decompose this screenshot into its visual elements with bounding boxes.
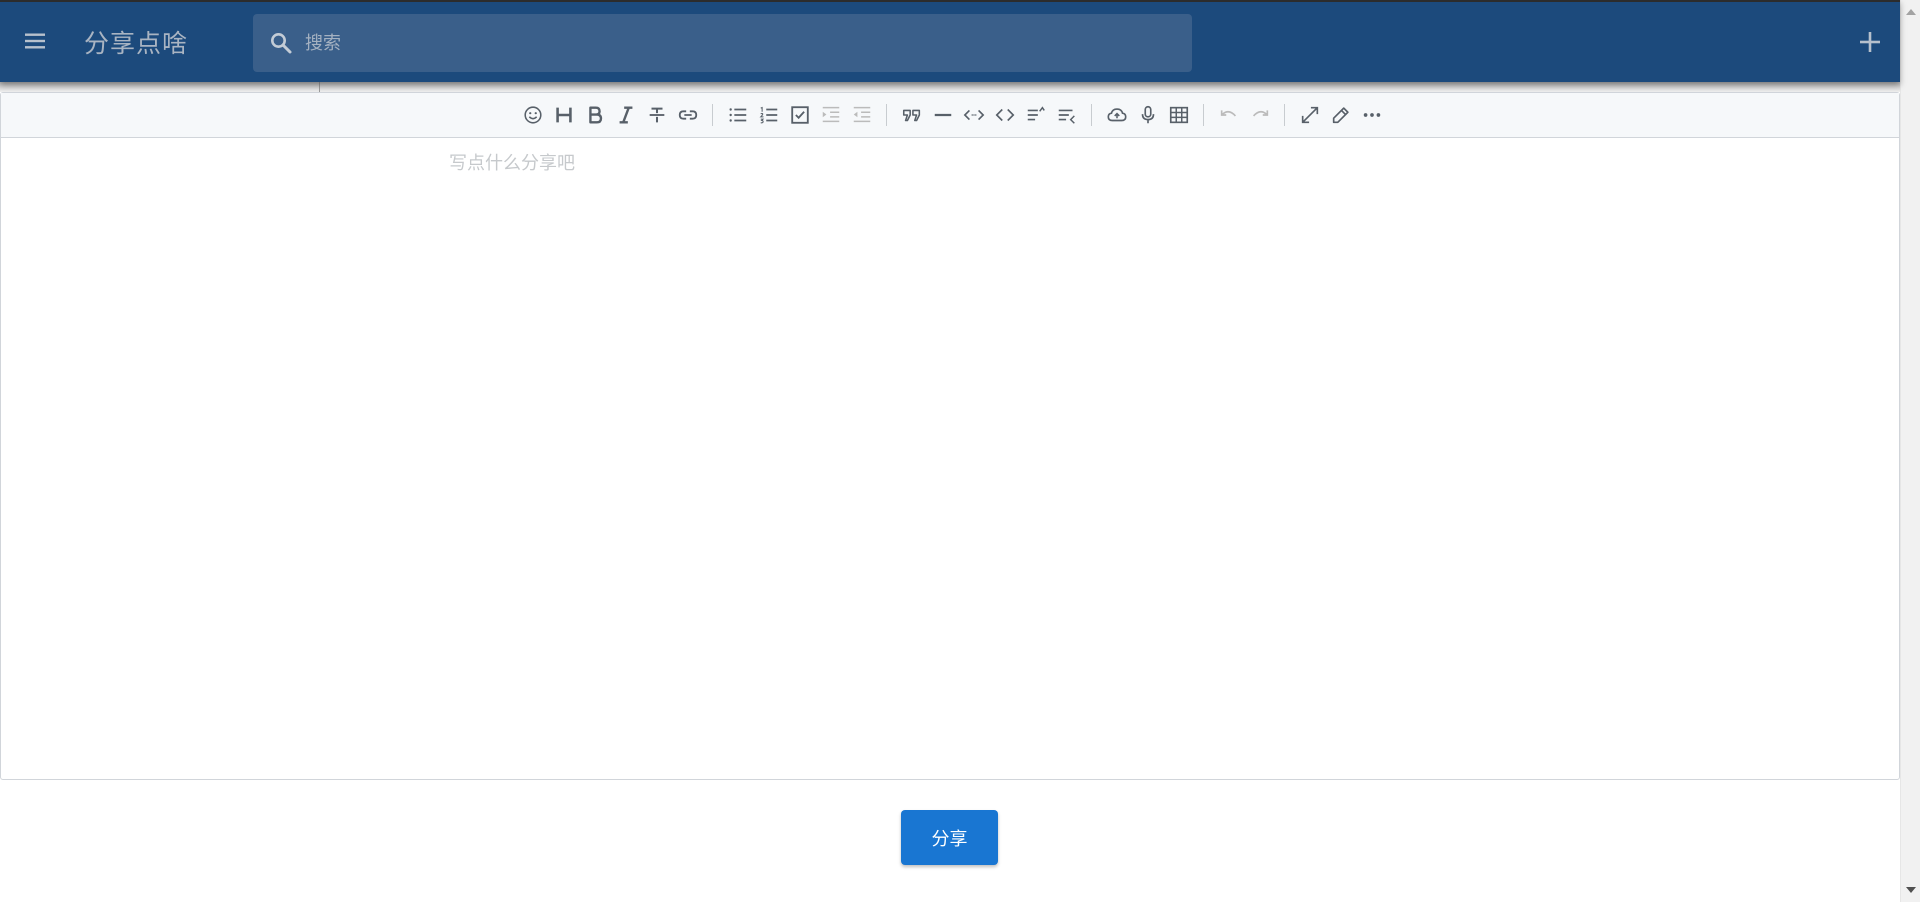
inline-code-button[interactable] <box>989 100 1020 131</box>
scroll-down-button[interactable] <box>1901 882 1920 898</box>
drawer-divider <box>319 82 320 92</box>
undo-icon <box>1220 110 1236 117</box>
italic-icon <box>619 106 632 124</box>
insert-before-button[interactable] <box>1020 100 1051 131</box>
fullscreen-button[interactable] <box>1294 100 1325 131</box>
record-button[interactable] <box>1132 100 1163 131</box>
undo-button[interactable] <box>1213 100 1244 131</box>
editor-content <box>449 149 1849 749</box>
horizontal-line-button[interactable] <box>927 100 958 131</box>
indent-button[interactable] <box>846 100 877 131</box>
app-bar: 分享点啥 <box>0 0 1900 82</box>
edit-mode-button[interactable] <box>1325 100 1356 131</box>
menu-button[interactable] <box>14 20 56 62</box>
emoji-icon <box>523 106 542 124</box>
toolbar-divider <box>712 104 713 126</box>
outdent-icon <box>822 106 839 123</box>
search-input[interactable] <box>301 14 1171 72</box>
heading-icon <box>555 107 572 123</box>
plus-icon <box>1860 32 1880 52</box>
inline-code-icon <box>995 108 1014 122</box>
markdown-editor <box>0 92 1900 780</box>
checklist-icon <box>790 106 809 124</box>
table-button[interactable] <box>1163 100 1194 131</box>
editor-input[interactable] <box>449 149 1849 749</box>
insert-after-button[interactable] <box>1051 100 1082 131</box>
header-shadow <box>0 82 1900 92</box>
redo-button[interactable] <box>1244 100 1275 131</box>
scroll-up-button[interactable] <box>1901 4 1920 20</box>
page-scrollbar[interactable] <box>1900 0 1920 902</box>
italic-button[interactable] <box>610 100 641 131</box>
link-button[interactable] <box>672 100 703 131</box>
insert-after-icon <box>1058 109 1075 124</box>
app-title: 分享点啥 <box>84 29 189 58</box>
quote-button[interactable] <box>896 100 927 131</box>
redo-icon <box>1252 110 1268 117</box>
search-icon <box>271 33 292 54</box>
indent-icon <box>853 106 870 123</box>
caret-down-icon <box>1906 887 1916 893</box>
strike-icon <box>649 107 664 123</box>
ordered-list-icon <box>759 106 777 124</box>
emoji-button[interactable] <box>517 100 548 131</box>
table-icon <box>1169 106 1188 124</box>
caret-up-icon <box>1906 9 1916 15</box>
toolbar-divider <box>886 104 887 126</box>
toolbar-divider <box>1284 104 1285 126</box>
code-block-icon <box>963 109 984 121</box>
outdent-button[interactable] <box>815 100 846 131</box>
upload-button[interactable] <box>1101 100 1132 131</box>
horizontal-line-icon <box>934 113 951 117</box>
strike-button[interactable] <box>641 100 672 131</box>
bullet-list-icon <box>728 108 746 122</box>
toolbar-divider <box>1091 104 1092 126</box>
ordered-list-button[interactable] <box>753 100 784 131</box>
bold-icon <box>588 106 602 124</box>
add-button[interactable] <box>1848 20 1892 64</box>
toolbar-divider <box>1203 104 1204 126</box>
search-box[interactable] <box>253 14 1192 72</box>
more-button[interactable] <box>1356 100 1387 131</box>
code-block-button[interactable] <box>958 100 989 131</box>
bullet-list-button[interactable] <box>722 100 753 131</box>
record-icon <box>1141 105 1154 124</box>
bold-button[interactable] <box>579 100 610 131</box>
upload-icon <box>1106 108 1127 122</box>
fullscreen-icon <box>1301 106 1318 124</box>
share-button[interactable]: 分享 <box>901 810 998 865</box>
insert-before-icon <box>1027 106 1045 121</box>
edit-mode-icon <box>1332 107 1349 124</box>
more-icon <box>1363 113 1380 117</box>
link-icon <box>678 110 697 120</box>
checklist-button[interactable] <box>784 100 815 131</box>
heading-button[interactable] <box>548 100 579 131</box>
quote-icon <box>902 109 920 122</box>
editor-toolbar <box>1 93 1899 138</box>
menu-icon <box>25 33 45 49</box>
